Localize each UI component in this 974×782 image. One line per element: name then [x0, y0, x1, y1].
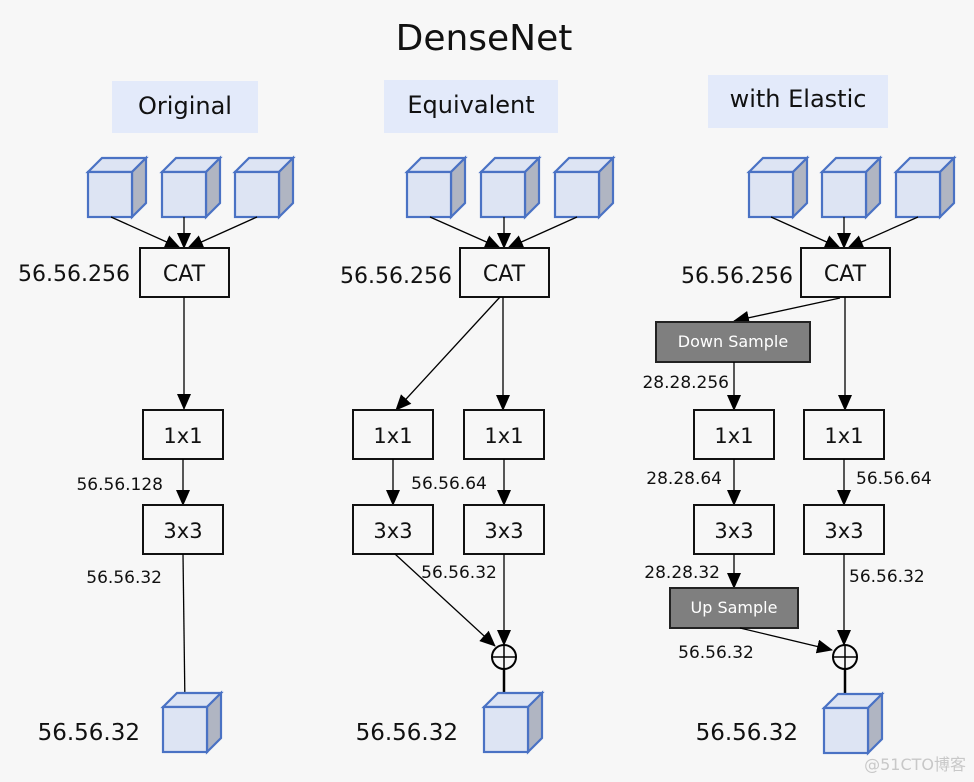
output-dims: 56.56.32 [356, 720, 458, 746]
conv3x3-out-dims: 56.56.32 [86, 568, 162, 588]
conv3x3-label: 3x3 [373, 519, 412, 543]
output-cube [822, 692, 884, 755]
cat-label: CAT [483, 262, 526, 287]
panel-header: Original [138, 92, 232, 120]
densenet-diagram: DenseNet Original CAT 56.56.256 1x1 56.5… [18, 18, 966, 774]
input-cube-1 [86, 156, 148, 219]
add-node-icon [832, 644, 858, 670]
panel-header: with Elastic [730, 85, 867, 113]
arrow [395, 296, 501, 411]
cat-dims: 56.56.256 [18, 262, 130, 287]
input-cube-1 [747, 156, 809, 219]
conv3x3-out-dims: 56.56.32 [421, 563, 497, 583]
arrow [847, 216, 919, 249]
output-dims: 56.56.32 [38, 720, 140, 746]
up-sample-out-dims: 56.56.32 [678, 643, 754, 663]
cat-dims: 56.56.256 [681, 264, 793, 289]
conv1x1-label: 1x1 [714, 424, 753, 448]
panel-equivalent: Equivalent CAT 56.56.256 1x1 1x1 56.56.6… [340, 80, 615, 754]
arrow [507, 216, 578, 249]
arrow [733, 297, 841, 325]
arrow [429, 216, 501, 249]
output-dims: 56.56.32 [696, 720, 798, 746]
conv1x1-label: 1x1 [484, 424, 523, 448]
input-cube-2 [160, 156, 222, 219]
up-sample-label: Up Sample [691, 598, 778, 617]
down-sample-label: Down Sample [678, 332, 788, 351]
input-cube-3 [894, 156, 956, 219]
down-sample-out-dims: 28.28.256 [642, 373, 729, 393]
input-cube-3 [553, 156, 615, 219]
conv1x1-label: 1x1 [824, 424, 863, 448]
input-cube-1 [405, 156, 467, 219]
cat-label: CAT [163, 262, 206, 287]
cat-dims: 56.56.256 [340, 264, 452, 289]
diagram-title: DenseNet [396, 18, 573, 59]
conv3x3-out-dims-b: 56.56.32 [849, 567, 925, 587]
conv1x1-label: 1x1 [163, 424, 202, 448]
conv1x1-out-dims-b: 56.56.64 [856, 469, 932, 489]
conv3x3-label: 3x3 [714, 519, 753, 543]
input-cube-3 [233, 156, 295, 219]
arrow [187, 216, 258, 249]
panel-with-elastic: with Elastic CAT 56.56.256 Down Sample 2… [642, 75, 956, 755]
conv3x3-label: 3x3 [824, 519, 863, 543]
conv3x3-label: 3x3 [163, 519, 202, 543]
cat-label: CAT [824, 262, 867, 287]
arrow [110, 216, 181, 249]
output-cube [161, 691, 223, 754]
output-cube [482, 691, 544, 754]
arrow [770, 216, 841, 249]
add-node-icon [491, 644, 517, 670]
conv3x3-label: 3x3 [484, 519, 523, 543]
conv1x1-out-dims: 56.56.64 [411, 474, 487, 494]
input-cube-2 [820, 156, 882, 219]
conv1x1-out-dims-a: 28.28.64 [646, 469, 722, 489]
watermark: @51CTO博客 [864, 755, 966, 774]
panel-header: Equivalent [407, 91, 534, 119]
input-cube-2 [479, 156, 541, 219]
conv3x3-out-dims-a: 28.28.32 [644, 563, 720, 583]
conv1x1-out-dims: 56.56.128 [76, 475, 163, 495]
conv1x1-label: 1x1 [373, 424, 412, 448]
panel-original: Original CAT 56.56.256 1x1 56.56.128 3x3… [18, 81, 295, 754]
arrow [177, 553, 192, 708]
